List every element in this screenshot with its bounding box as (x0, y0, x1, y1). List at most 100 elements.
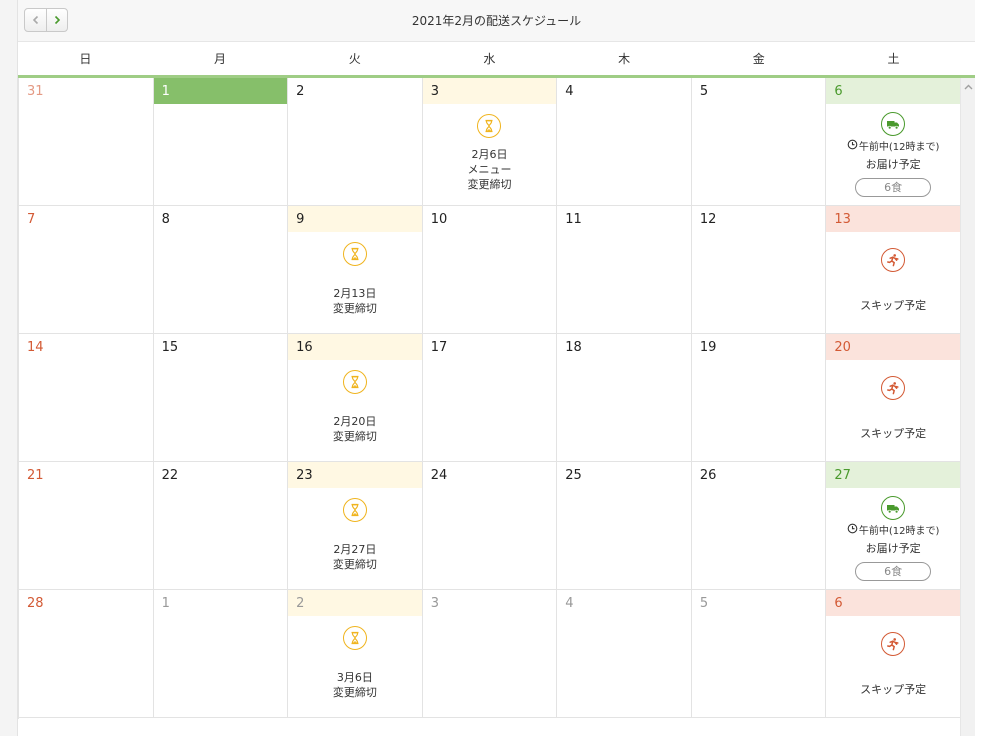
day-cell[interactable]: 16 2月20日 変更締切 (288, 334, 423, 462)
day-cell[interactable]: 10 (422, 206, 558, 334)
day-cell[interactable]: 3 2月6日 メニュー 変更締切 (422, 78, 558, 206)
day-number: 13 (826, 206, 960, 232)
day-number: 6 (826, 78, 960, 104)
deadline-line: 変更締切 (332, 430, 377, 443)
day-cell[interactable]: 1 (153, 78, 289, 206)
day-number: 5 (699, 84, 709, 99)
day-cell[interactable]: 13 スキップ予定 (826, 206, 961, 334)
delivery-label: お届け予定 (865, 542, 921, 555)
calendar-frame: 2021年2月の配送スケジュール 日月火水木金土 31 1 2 3 2月6日 メニュー 変更… (18, 0, 975, 736)
day-content: スキップ予定 (826, 248, 960, 313)
day-cell[interactable]: 15 (153, 334, 289, 462)
day-cell[interactable]: 5 (691, 590, 827, 718)
day-cell[interactable]: 17 (422, 334, 558, 462)
calendar-toolbar: 2021年2月の配送スケジュール (18, 0, 975, 42)
day-cell[interactable]: 4 (557, 590, 692, 718)
meal-count-button[interactable]: 6食 (855, 562, 932, 581)
day-content: 午前中(12時まで) お届け予定 6食 (826, 112, 960, 197)
vertical-scrollbar[interactable] (960, 78, 975, 736)
day-number: 5 (699, 596, 709, 611)
day-cell[interactable]: 11 (557, 206, 692, 334)
day-cell[interactable]: 21 (19, 462, 154, 590)
day-cell[interactable]: 19 (691, 334, 827, 462)
deadline-icon-wrap (288, 626, 422, 650)
weekday-label: 木 (618, 52, 631, 66)
day-cell[interactable]: 2 3月6日 変更締切 (288, 590, 423, 718)
day-cell[interactable]: 31 (19, 78, 154, 206)
day-number: 7 (27, 212, 36, 227)
deadline-line: 2月27日 (333, 543, 377, 556)
day-cell[interactable]: 20 スキップ予定 (826, 334, 961, 462)
deadline-line: 3月6日 (336, 671, 373, 684)
day-number: 23 (288, 462, 422, 488)
skip-icon-wrap (826, 376, 960, 400)
truck-icon (881, 496, 906, 520)
day-cell[interactable]: 6 スキップ予定 (826, 590, 961, 718)
day-number: 26 (699, 468, 717, 483)
delivery-time: 午前中(12時まで) (847, 139, 939, 155)
runner-icon (881, 632, 906, 656)
day-number: 14 (27, 340, 44, 355)
weekday-label: 土 (887, 52, 900, 66)
clock-icon (847, 139, 858, 155)
weekday-label: 日 (79, 52, 92, 66)
day-number: 19 (699, 340, 717, 355)
day-number: 10 (430, 212, 448, 227)
left-gutter (0, 0, 18, 736)
day-cell[interactable]: 9 2月13日 変更締切 (288, 206, 423, 334)
skip-icon-wrap (826, 248, 960, 272)
day-cell[interactable]: 6 午前中(12時まで) お届け予定 6食 (826, 78, 961, 206)
hourglass-icon (342, 242, 367, 266)
runner-icon (881, 248, 906, 272)
day-cell[interactable]: 26 (691, 462, 827, 590)
day-cell[interactable]: 1 (153, 590, 289, 718)
day-number: 3 (430, 596, 439, 611)
day-number: 2 (288, 590, 422, 616)
meal-count-button[interactable]: 6食 (855, 178, 932, 197)
scroll-up-arrow[interactable] (963, 82, 974, 92)
runner-icon (881, 376, 906, 400)
hourglass-icon (342, 498, 367, 522)
delivery-label: お届け予定 (865, 158, 921, 171)
day-cell[interactable]: 14 (19, 334, 154, 462)
day-cell[interactable]: 8 (153, 206, 289, 334)
day-content: スキップ予定 (826, 376, 960, 441)
day-cell[interactable]: 28 (19, 590, 154, 718)
deadline-icon-wrap (423, 114, 557, 138)
day-cell[interactable]: 22 (153, 462, 289, 590)
day-number: 25 (565, 468, 582, 483)
day-content: 3月6日 変更締切 (288, 626, 422, 700)
day-cell[interactable]: 12 (691, 206, 827, 334)
weekday-label: 水 (483, 52, 496, 66)
day-cell[interactable]: 27 午前中(12時まで) お届け予定 6食 (826, 462, 961, 590)
day-cell[interactable]: 3 (422, 590, 558, 718)
clock-icon (847, 523, 858, 539)
day-cell[interactable]: 5 (691, 78, 827, 206)
day-cell[interactable]: 25 (557, 462, 692, 590)
day-number: 9 (288, 206, 422, 232)
day-cell[interactable]: 23 2月27日 変更締切 (288, 462, 423, 590)
hourglass-icon (342, 626, 367, 650)
weekday-header: 日月火水木金土 (18, 42, 975, 78)
day-cell[interactable]: 7 (19, 206, 154, 334)
day-number: 2 (296, 84, 305, 99)
day-cell[interactable]: 4 (557, 78, 692, 206)
change-deadline-text: 2月13日 変更締切 (288, 286, 422, 316)
day-cell[interactable]: 18 (557, 334, 692, 462)
deadline-line: メニュー (467, 163, 512, 176)
day-number: 15 (161, 340, 179, 355)
change-deadline-text: 2月27日 変更締切 (288, 542, 422, 572)
skip-icon-wrap (826, 632, 960, 656)
truck-icon (881, 112, 906, 136)
day-number: 16 (288, 334, 422, 360)
day-number: 24 (430, 468, 448, 483)
day-number: 28 (27, 596, 44, 611)
day-cell[interactable]: 2 (288, 78, 423, 206)
day-content: 2月6日 メニュー 変更締切 (423, 114, 557, 192)
delivery-time: 午前中(12時まで) (847, 523, 939, 539)
day-cell[interactable]: 24 (422, 462, 558, 590)
weekday-label: 金 (752, 52, 765, 66)
hourglass-icon (477, 114, 502, 138)
skip-label: スキップ予定 (860, 427, 927, 440)
deadline-icon-wrap (288, 498, 422, 522)
